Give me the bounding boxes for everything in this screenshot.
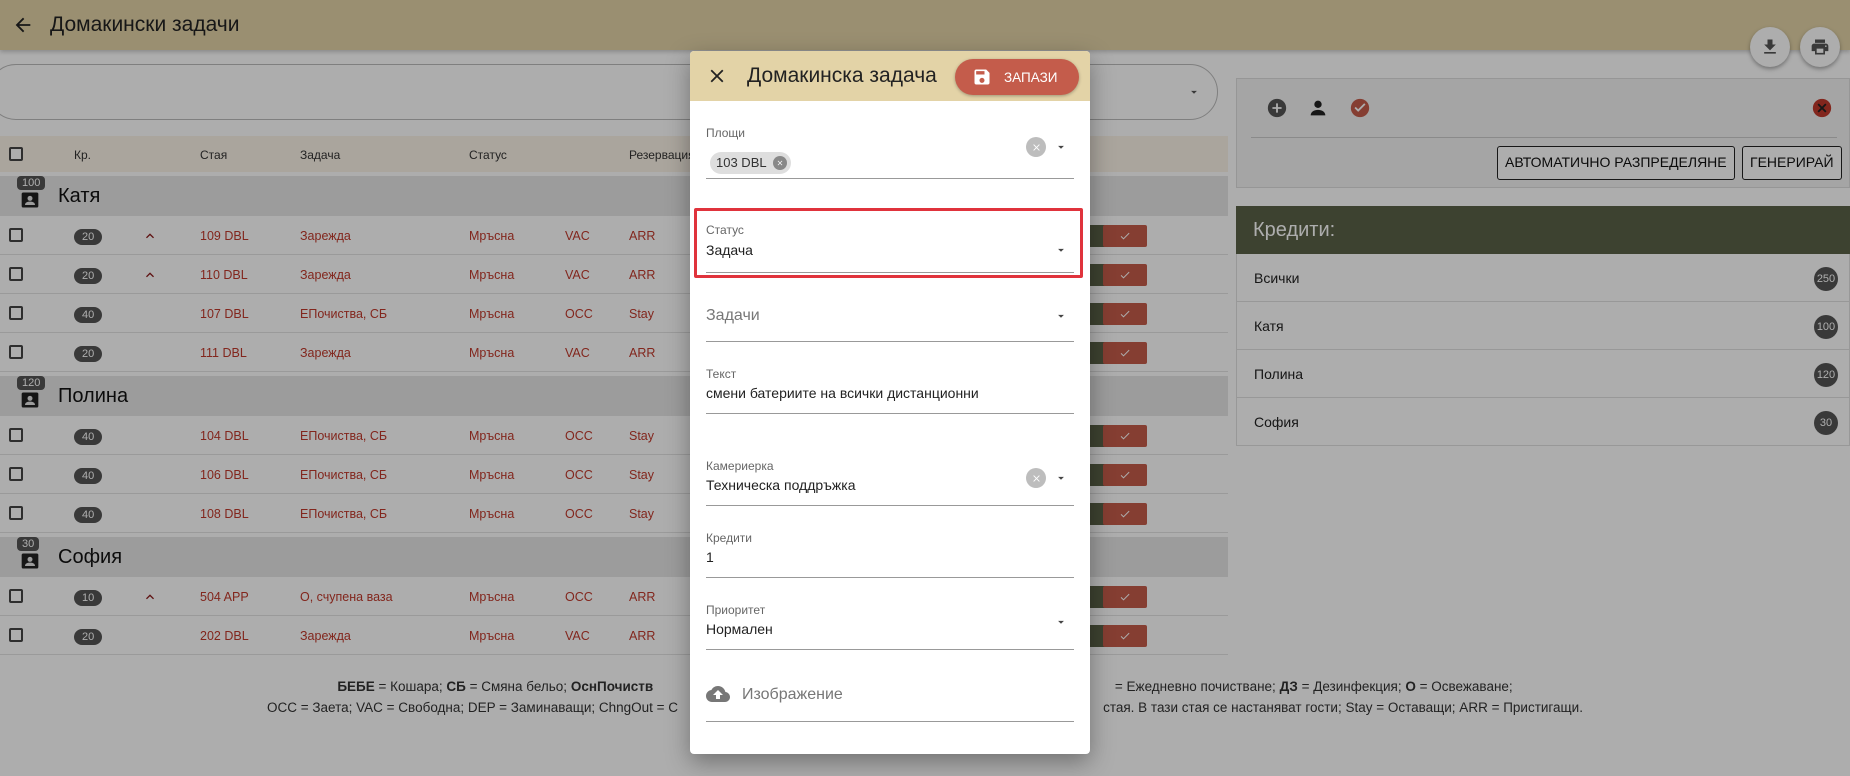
credits-label: Кредити (706, 531, 752, 545)
text-label: Текст (706, 367, 737, 381)
area-chip-label: 103 DBL (716, 155, 767, 170)
tasks-placeholder: Задачи (706, 307, 760, 324)
tasks-field[interactable]: Задачи (706, 301, 1074, 342)
close-icon[interactable] (706, 65, 728, 87)
dialog-title: Домакинска задача (747, 64, 937, 87)
chevron-down-icon[interactable] (1054, 309, 1068, 323)
maid-label: Камериерка (706, 459, 774, 473)
chevron-down-icon[interactable] (1054, 140, 1068, 154)
clear-icon[interactable] (1026, 137, 1046, 157)
priority-label: Приоритет (706, 603, 766, 617)
cloud-upload-icon (706, 686, 730, 702)
save-label: ЗАПАЗИ (1004, 69, 1058, 85)
clear-icon[interactable] (1026, 468, 1046, 488)
dialog-header: Домакинска задача ЗАПАЗИ (690, 51, 1090, 101)
credits-field[interactable]: Кредити 1 (706, 531, 1074, 578)
priority-field[interactable]: Приоритет Нормален (706, 603, 1074, 650)
chip-remove-icon[interactable] (772, 156, 787, 170)
maid-field[interactable]: Камериерка Техническа поддръжка (706, 459, 1074, 506)
text-value: смени батериите на всички дистанционни (706, 385, 979, 401)
areas-field[interactable]: Площи 103 DBL (706, 126, 1074, 179)
save-button[interactable]: ЗАПАЗИ (955, 59, 1079, 95)
priority-value: Нормален (706, 621, 773, 637)
area-chip: 103 DBL (710, 152, 791, 174)
text-field[interactable]: Текст смени батериите на всички дистанци… (706, 367, 1074, 414)
image-upload-field[interactable]: Изображение (706, 677, 1074, 722)
chevron-down-icon[interactable] (1054, 471, 1068, 485)
image-label: Изображение (742, 686, 843, 703)
credits-value: 1 (706, 549, 714, 565)
areas-label: Площи (706, 126, 746, 140)
maid-value: Техническа поддръжка (706, 477, 856, 493)
chevron-down-icon[interactable] (1054, 615, 1068, 629)
task-dialog: Домакинска задача ЗАПАЗИ Площи 103 DBL С… (690, 51, 1090, 754)
save-icon (974, 69, 990, 85)
status-highlight-box (694, 208, 1083, 278)
